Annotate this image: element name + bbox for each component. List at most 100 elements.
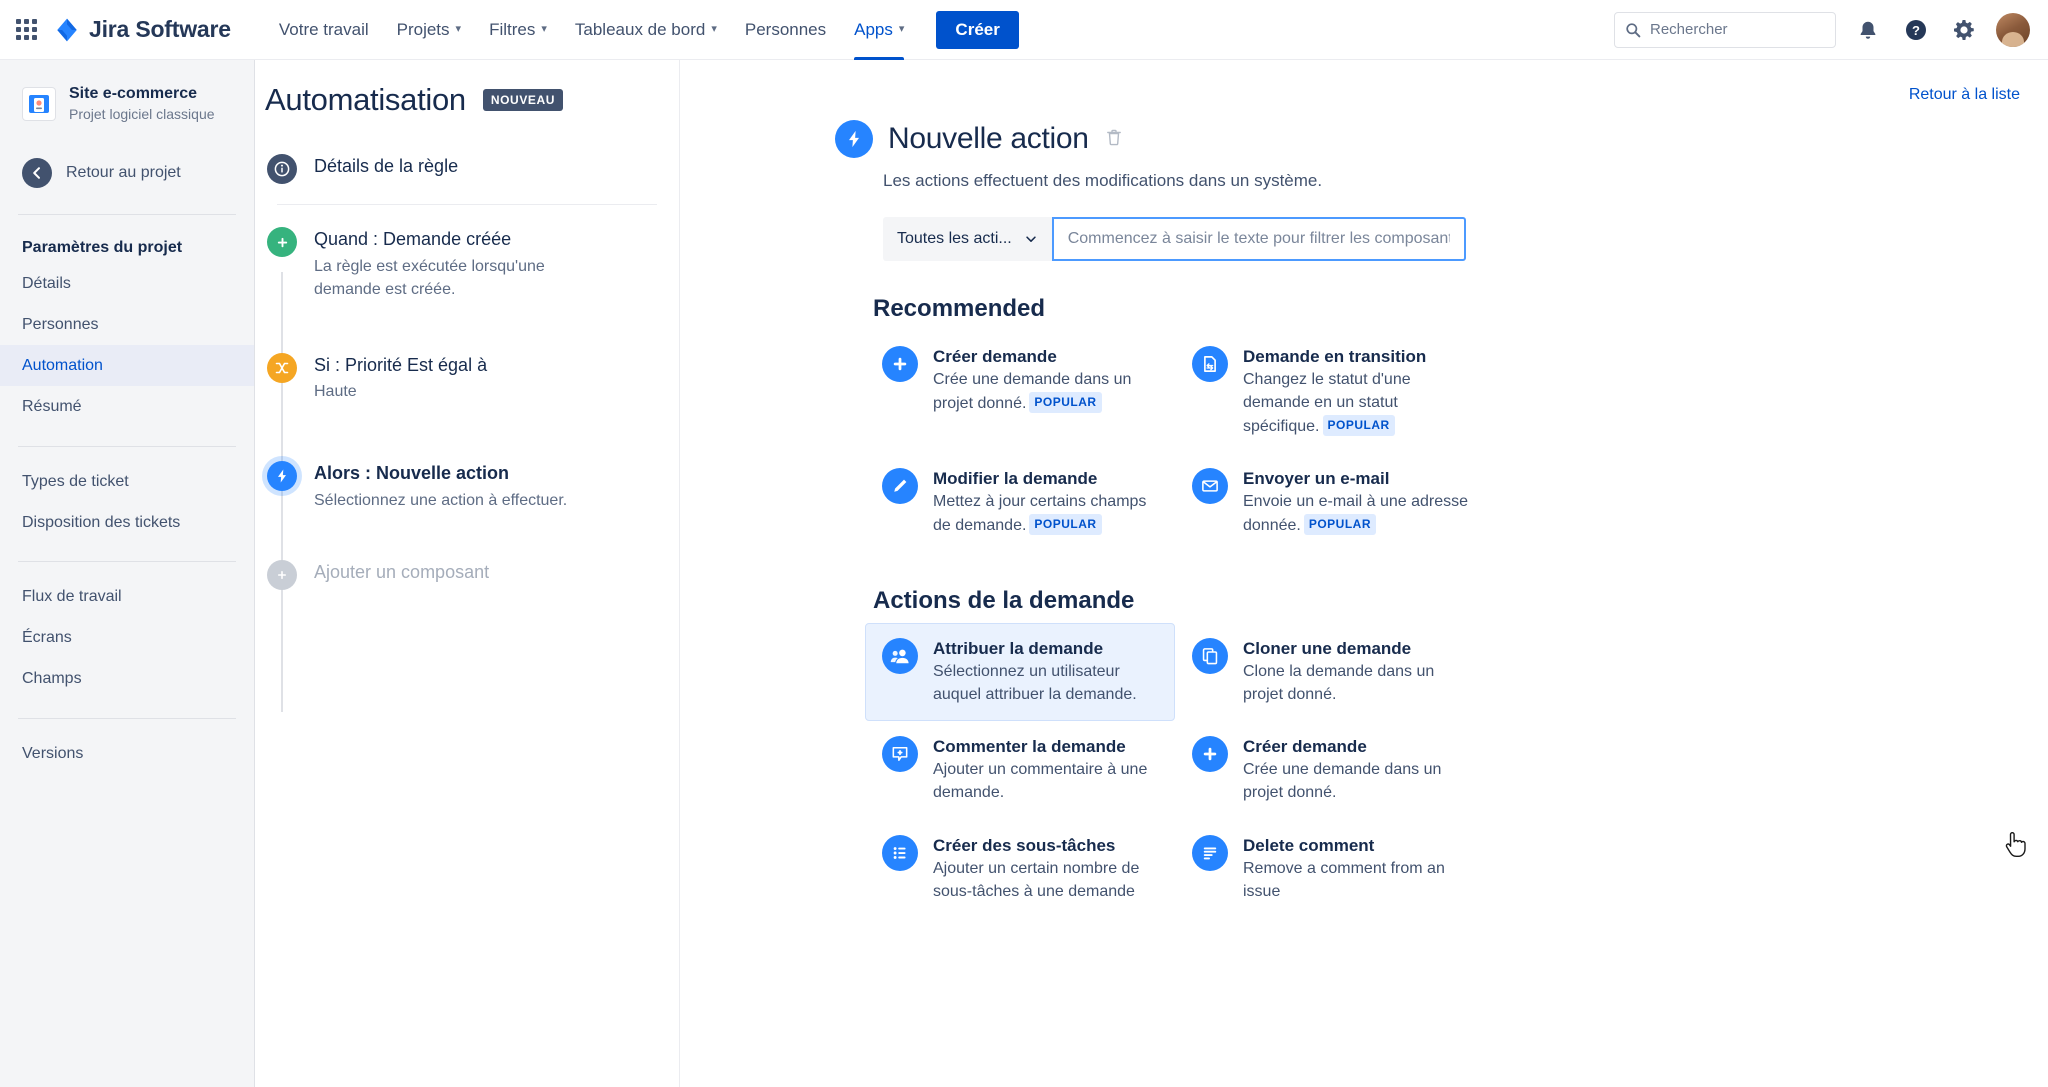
chevron-down-icon: ▾ [455, 23, 462, 35]
card-desc: Mettez à jour certains champs de demande… [933, 493, 1147, 536]
back-to-list-link[interactable]: Retour à la liste [1909, 86, 2020, 104]
action-card-creer-des-sous-taches[interactable]: Créer des sous-tâches Ajouter un certain… [865, 820, 1175, 919]
action-card-creer-demande-2[interactable]: Créer demande Crée une demande dans un p… [1175, 721, 1485, 820]
card-desc: Changez le statut d'une demande en un st… [1243, 371, 1411, 436]
send-email-icon [1192, 468, 1228, 505]
card-title: Delete comment [1243, 835, 1375, 855]
mouse-cursor-pointer [2005, 832, 2026, 857]
action-card-cloner-une-demande[interactable]: Cloner une demande Clone la demande dans… [1175, 623, 1485, 722]
nav-label: Personnes [744, 19, 827, 39]
brand-title: Jira Software [89, 16, 231, 42]
lightning-bolt-icon [835, 120, 873, 158]
card-desc: Sélectionnez un utilisateur auquel attri… [933, 662, 1137, 703]
create-issue-icon [1192, 736, 1228, 773]
card-title: Créer demande [933, 347, 1057, 366]
clone-issue-icon [1192, 637, 1228, 674]
sidebar-item-flux-de-travail[interactable]: Flux de travail [0, 576, 254, 617]
add-component-row[interactable]: Ajouter un composant [267, 559, 679, 590]
issue-actions-card-grid: Attribuer la demande Sélectionnez un uti… [865, 622, 1635, 919]
component-filter-input[interactable] [1051, 217, 1466, 261]
rule-panel-divider [277, 204, 657, 206]
sidebar-divider [18, 561, 236, 563]
plus-circle-icon [267, 227, 297, 258]
popular-badge: POPULAR [1029, 391, 1102, 413]
delete-icon[interactable] [1104, 127, 1124, 152]
action-card-delete-comment[interactable]: Delete comment Remove a comment from an … [1175, 820, 1485, 919]
sidebar-item-details[interactable]: Détails [0, 263, 254, 304]
nav-item-projets[interactable]: Projets ▾ [383, 0, 475, 60]
rule-step-action[interactable]: Alors : Nouvelle action Sélectionnez une… [267, 461, 679, 517]
sidebar-item-versions[interactable]: Versions [0, 733, 254, 774]
rule-connector-line [281, 272, 283, 712]
condition-title: Si : Priorité Est égal à [314, 354, 488, 375]
nav-item-filtres[interactable]: Filtres ▾ [475, 0, 561, 60]
card-desc: Envoie un e-mail à une adresse donnée. PO… [1243, 493, 1469, 536]
popular-badge: POPULAR [1322, 414, 1395, 436]
jira-brand-logo[interactable]: Jira Software [54, 16, 231, 43]
nav-item-apps[interactable]: Apps ▾ [840, 0, 918, 60]
sidebar-item-ecrans[interactable]: Écrans [0, 617, 254, 658]
sidebar-item-champs[interactable]: Champs [0, 658, 254, 699]
comment-issue-icon [882, 736, 918, 773]
action-category-value: Toutes les acti... [897, 230, 1012, 247]
info-icon [267, 154, 297, 184]
card-title: Commenter la demande [933, 737, 1126, 757]
top-navigation-bar: Jira Software Votre travail Projets ▾ Fi… [0, 0, 2048, 60]
settings-gear-icon[interactable] [1948, 14, 1980, 46]
sidebar-item-resume[interactable]: Résumé [0, 386, 254, 427]
sidebar-item-types-de-ticket[interactable]: Types de ticket [0, 461, 254, 502]
action-card-attribuer-la-demande[interactable]: Attribuer la demande Sélectionnez un uti… [865, 622, 1175, 722]
chevron-down-icon: ▾ [711, 23, 717, 35]
card-desc: Remove a comment from an issue [1243, 859, 1445, 900]
user-avatar[interactable] [1996, 12, 2030, 47]
card-desc: Crée une demande dans un projet donné. [1243, 761, 1442, 802]
create-button[interactable]: Créer [936, 10, 1019, 49]
project-sidebar: Site e-commerce Projet logiciel classiqu… [0, 60, 255, 1087]
trigger-desc: La règle est exécutée lorsqu'une demande… [314, 257, 545, 298]
card-title: Attribuer la demande [933, 638, 1104, 658]
global-search-box[interactable]: Rechercher [1614, 11, 1836, 48]
rule-step-list: Détails de la règle Quand : Demande créé… [255, 154, 679, 712]
notifications-icon[interactable] [1852, 14, 1884, 46]
help-icon[interactable]: ? [1900, 14, 1932, 46]
apps-grid-icon[interactable] [12, 16, 40, 44]
back-arrow-icon [22, 157, 52, 188]
automation-header: Automatisation NOUVEAU [255, 82, 679, 118]
action-card-modifier-la-demande[interactable]: Modifier la demande Mettez à jour certai… [865, 453, 1175, 553]
search-placeholder: Rechercher [1650, 21, 1728, 38]
nav-label: Apps [854, 19, 893, 39]
branch-condition-icon [267, 352, 297, 383]
sidebar-item-disposition-des-tickets[interactable]: Disposition des tickets [0, 502, 254, 543]
card-desc: Ajouter un certain nombre de sous-tâches… [933, 859, 1140, 900]
nav-item-tableaux-de-bord[interactable]: Tableaux de bord ▾ [561, 0, 731, 60]
trigger-title: Quand : Demande créée [314, 229, 512, 250]
project-avatar-icon [22, 86, 56, 121]
jira-logo-icon [57, 18, 77, 41]
action-card-commenter-la-demande[interactable]: Commenter la demande Ajouter un commenta… [865, 721, 1175, 820]
project-name: Site e-commerce [69, 85, 198, 102]
action-card-creer-demande[interactable]: Créer demande Crée une demande dans un p… [865, 331, 1175, 453]
new-action-title: Nouvelle action [888, 122, 1089, 155]
sidebar-item-personnes[interactable]: Personnes [0, 304, 254, 345]
condition-desc: Haute [314, 383, 357, 401]
nav-label: Filtres [489, 19, 536, 39]
section-title-recommended: Recommended [873, 295, 1046, 322]
sidebar-item-automation[interactable]: Automation [0, 345, 254, 387]
lightning-bolt-icon [267, 461, 297, 492]
rule-details-label: Détails de la règle [314, 156, 459, 176]
nav-item-personnes[interactable]: Personnes [731, 0, 840, 60]
back-to-project-link[interactable]: Retour au projet [0, 150, 254, 196]
rule-step-details[interactable]: Détails de la règle [267, 154, 679, 184]
action-category-select[interactable]: Toutes les acti... [883, 217, 1052, 261]
nav-item-votre-travail[interactable]: Votre travail [265, 0, 383, 60]
nav-label: Projets [396, 19, 450, 39]
sidebar-project-header[interactable]: Site e-commerce Projet logiciel classiqu… [0, 80, 254, 124]
rule-step-trigger[interactable]: Quand : Demande créée La règle est exécu… [267, 227, 679, 307]
sidebar-divider [18, 213, 236, 215]
page-title: Automatisation [265, 82, 466, 117]
recommended-card-grid: Créer demande Crée une demande dans un p… [865, 331, 1635, 553]
rule-step-condition[interactable]: Si : Priorité Est égal à Haute [267, 352, 679, 409]
action-card-demande-en-transition[interactable]: Demande en transition Changez le statut … [1175, 331, 1485, 453]
svg-text:?: ? [1912, 23, 1920, 38]
action-card-envoyer-un-e-mail[interactable]: Envoyer un e-mail Envoie un e-mail à une… [1175, 453, 1485, 553]
